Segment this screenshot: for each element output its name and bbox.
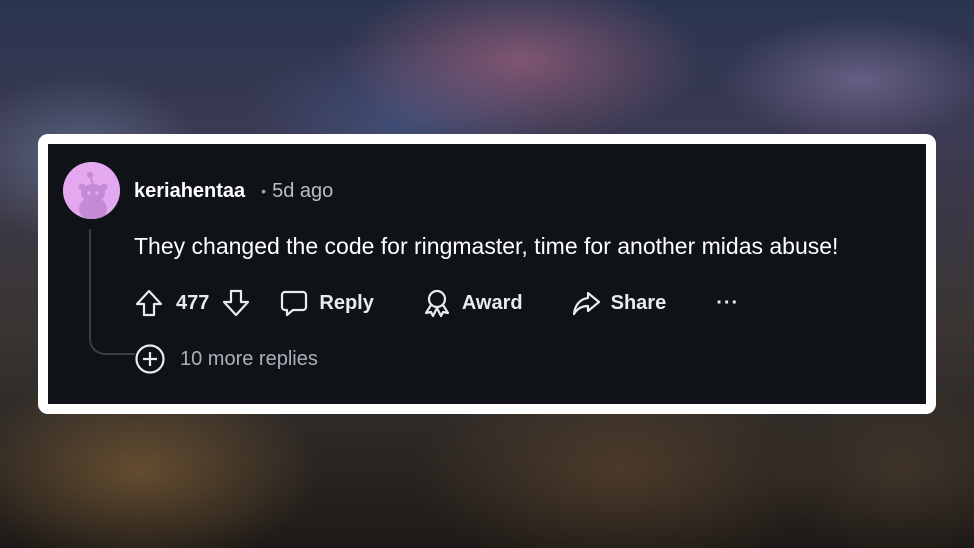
share-button[interactable]: Share [571, 288, 667, 318]
share-icon [571, 288, 601, 318]
more-replies-button[interactable]: 10 more replies [134, 342, 318, 376]
more-replies-label: 10 more replies [180, 347, 318, 370]
comment-actions: 477 Reply Award Share ··· [134, 286, 739, 320]
share-label: Share [610, 291, 667, 314]
reply-button[interactable]: Reply [279, 288, 374, 318]
upvote-icon[interactable] [134, 288, 164, 318]
award-icon [422, 288, 452, 318]
meta-separator: • [261, 183, 267, 199]
expand-plus-icon [134, 343, 166, 375]
timestamp[interactable]: 5d ago [272, 180, 333, 203]
vote-score: 477 [176, 291, 210, 314]
comment-body: They changed the code for ringmaster, ti… [134, 233, 839, 259]
avatar[interactable] [63, 162, 120, 219]
comment-icon [279, 288, 309, 318]
username[interactable]: keriahentaa [134, 180, 245, 203]
comment-card: keriahentaa • 5d ago They changed the co… [48, 144, 926, 404]
award-button[interactable]: Award [422, 288, 523, 318]
award-label: Award [461, 291, 523, 314]
comment-header: keriahentaa • 5d ago [134, 178, 333, 204]
snoo-avatar-icon [63, 162, 120, 219]
reply-label: Reply [319, 291, 374, 314]
more-options-button[interactable]: ··· [716, 292, 739, 315]
downvote-icon[interactable] [221, 288, 251, 318]
comment-card-frame: keriahentaa • 5d ago They changed the co… [38, 134, 936, 414]
thread-line [89, 229, 135, 355]
